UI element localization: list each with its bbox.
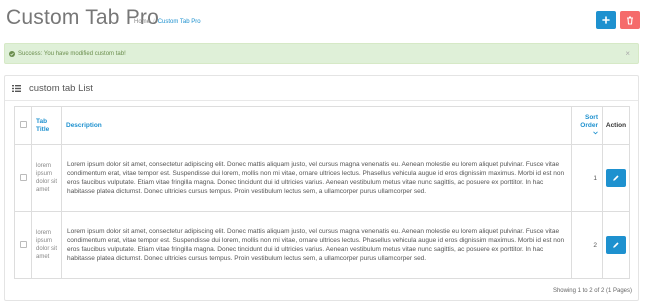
panel-heading: custom tab List: [5, 76, 638, 101]
column-sort-order[interactable]: Sort Order: [571, 106, 603, 145]
sort-order-label: Sort Order: [580, 113, 598, 129]
custom-tab-panel: custom tab List Tab Title Description So…: [4, 75, 639, 301]
row-action-cell: [602, 211, 630, 279]
row-check-cell: [14, 144, 32, 212]
column-action: Action: [602, 106, 630, 145]
breadcrumb: Home / Custom Tab Pro: [134, 19, 201, 25]
column-tab-title[interactable]: Tab Title: [31, 106, 62, 145]
alert-message: Success: You have modified custom tab!: [18, 50, 126, 57]
check-circle-icon: [9, 50, 15, 57]
plus-icon: [602, 16, 610, 24]
row-tab-title: lorem ipsum dolor sit amet: [31, 144, 62, 212]
breadcrumb-home[interactable]: Home: [134, 19, 150, 25]
row-check-cell: [14, 211, 32, 279]
custom-tab-table: Tab Title Description Sort Order Action …: [14, 106, 630, 279]
page-title: Custom Tab Pro: [6, 6, 159, 29]
select-all-checkbox[interactable]: [19, 121, 27, 128]
row-description: Lorem ipsum dolor sit amet, consectetur …: [61, 144, 572, 212]
panel-title: custom tab List: [29, 82, 93, 94]
success-alert: Success: You have modified custom tab! ×: [4, 43, 639, 64]
pencil-icon: [613, 242, 619, 248]
breadcrumb-current[interactable]: Custom Tab Pro: [158, 19, 201, 25]
row-sort-order: 2: [571, 211, 603, 279]
row-checkbox[interactable]: [19, 173, 27, 181]
delete-button[interactable]: [620, 11, 640, 29]
column-description[interactable]: Description: [61, 106, 572, 145]
row-sort-order: 1: [571, 144, 603, 212]
pagination-info: Showing 1 to 2 of 2 (1 Pages): [552, 288, 632, 294]
row-checkbox[interactable]: [19, 240, 27, 248]
row-tab-title: lorem ipsum dolor sit amet: [31, 211, 62, 279]
close-icon[interactable]: ×: [625, 49, 630, 58]
trash-icon: [627, 15, 633, 25]
breadcrumb-separator: /: [153, 19, 155, 25]
edit-button[interactable]: [606, 236, 626, 254]
edit-button[interactable]: [606, 169, 626, 187]
pencil-icon: [613, 175, 619, 181]
add-button[interactable]: [596, 11, 616, 29]
list-icon: [12, 84, 21, 92]
table-row: lorem ipsum dolor sit amet Lorem ipsum d…: [14, 144, 630, 212]
table-header-row: Tab Title Description Sort Order Action: [14, 106, 630, 145]
sort-caret-icon: [593, 131, 598, 134]
table-row: lorem ipsum dolor sit amet Lorem ipsum d…: [14, 211, 630, 279]
row-description: Lorem ipsum dolor sit amet, consectetur …: [61, 211, 572, 279]
select-all-cell: [14, 106, 32, 145]
page-header: Custom Tab Pro Home / Custom Tab Pro: [0, 0, 647, 40]
row-action-cell: [602, 144, 630, 212]
